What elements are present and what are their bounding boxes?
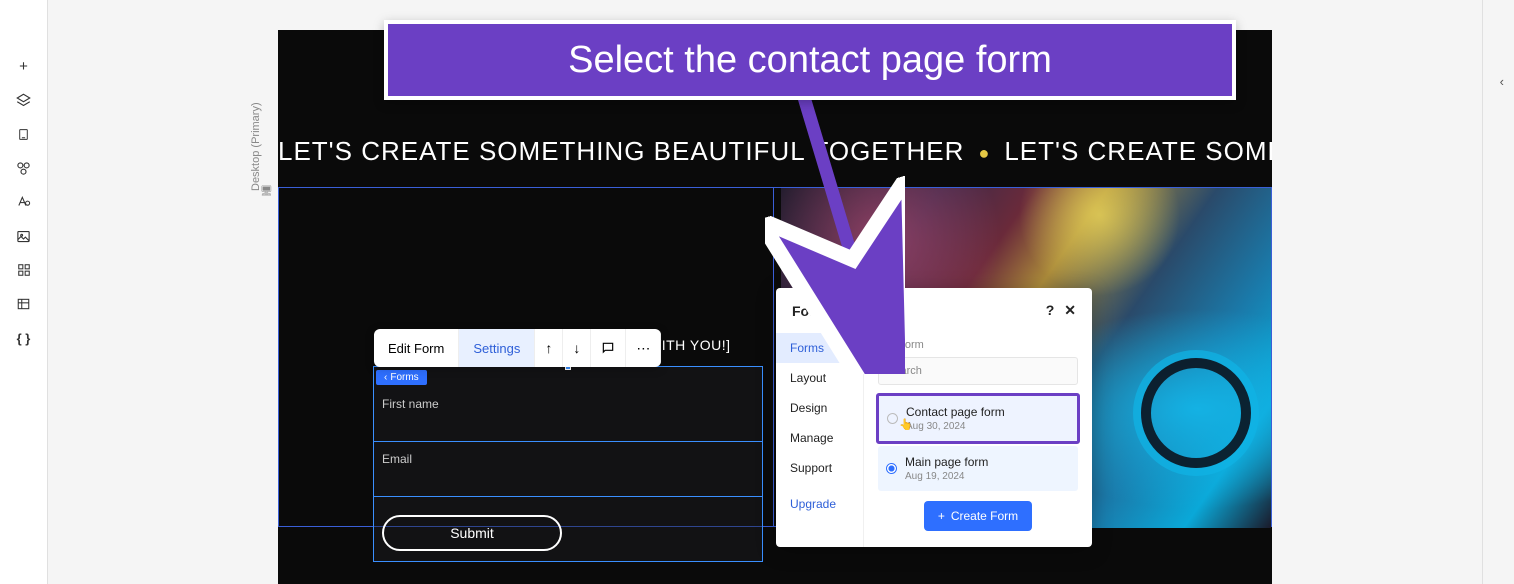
desktop-icon: 🖥 xyxy=(260,186,273,197)
form-item-contact[interactable]: 👆 Contact page form Aug 30, 2024 xyxy=(876,393,1080,444)
page-icon[interactable] xyxy=(16,126,32,142)
forms-badge[interactable]: ‹Forms xyxy=(376,370,427,385)
plus-icon: + xyxy=(938,509,945,523)
nav-forms[interactable]: Forms xyxy=(776,333,863,363)
form-element-selected[interactable]: ‹Forms First name Email Submit xyxy=(373,366,763,562)
form-item-main[interactable]: Main page form Aug 19, 2024 xyxy=(878,446,1078,491)
apps-icon[interactable] xyxy=(16,262,32,278)
image-icon[interactable] xyxy=(16,228,32,244)
add-icon[interactable]: + xyxy=(16,58,32,74)
nav-design[interactable]: Design xyxy=(776,393,863,423)
upgrade-link[interactable]: Upgrade xyxy=(776,483,863,525)
form-item-name: Contact page form xyxy=(906,405,1069,419)
column-divider xyxy=(773,188,774,526)
element-toolbar: Edit Form Settings ↑ ↓ ⋯ xyxy=(374,329,661,367)
form-item-date: Aug 30, 2024 xyxy=(906,421,1069,432)
search-input[interactable]: Search xyxy=(878,357,1078,385)
panel-nav: Forms Layout Design Manage Support Upgra… xyxy=(776,329,864,547)
close-icon[interactable]: ✕ xyxy=(1064,302,1076,319)
callout-text: Select the contact page form xyxy=(568,39,1052,82)
chevron-left-icon[interactable]: ‹ xyxy=(1500,74,1504,89)
shapes-icon[interactable] xyxy=(16,160,32,176)
edit-form-button[interactable]: Edit Form xyxy=(374,329,459,367)
email-field[interactable]: Email xyxy=(374,442,762,497)
nav-layout[interactable]: Layout xyxy=(776,363,863,393)
code-icon[interactable]: { } xyxy=(16,330,32,346)
form-item-name: Main page form xyxy=(905,455,1070,469)
radio-icon xyxy=(887,413,898,424)
arrow-up-icon[interactable]: ↑ xyxy=(535,329,563,367)
text-icon[interactable] xyxy=(16,194,32,210)
left-toolbar: + { } xyxy=(0,0,48,584)
marquee-banner[interactable]: LET'S CREATE SOMETHING BEAUTIFUL TOGETHE… xyxy=(278,126,1272,177)
nav-manage[interactable]: Manage xyxy=(776,423,863,453)
choose-form-label: se a form xyxy=(878,339,1078,351)
submit-button[interactable]: Submit xyxy=(382,515,562,551)
layers-icon[interactable] xyxy=(16,92,32,108)
right-panel-collapsed: ‹ xyxy=(1482,0,1514,584)
radio-icon xyxy=(886,463,897,474)
comment-icon[interactable] xyxy=(591,329,626,367)
arrow-down-icon[interactable]: ↓ xyxy=(563,329,591,367)
settings-button[interactable]: Settings xyxy=(459,329,535,367)
more-icon[interactable]: ⋯ xyxy=(626,329,661,367)
first-name-field[interactable]: First name xyxy=(374,387,762,442)
cursor-icon: 👆 xyxy=(899,418,913,431)
instruction-callout: Select the contact page form xyxy=(384,20,1236,100)
breakpoint-label: Desktop (Primary) xyxy=(250,102,262,191)
form-settings-panel: Form ? ✕ Forms Layout Design Manage Supp… xyxy=(776,288,1092,547)
panel-title: Form xyxy=(792,303,827,319)
form-item-date: Aug 19, 2024 xyxy=(905,471,1070,482)
nav-support[interactable]: Support xyxy=(776,453,863,483)
create-form-button[interactable]: + Create Form xyxy=(924,501,1032,531)
help-icon[interactable]: ? xyxy=(1046,302,1055,319)
table-icon[interactable] xyxy=(16,296,32,312)
